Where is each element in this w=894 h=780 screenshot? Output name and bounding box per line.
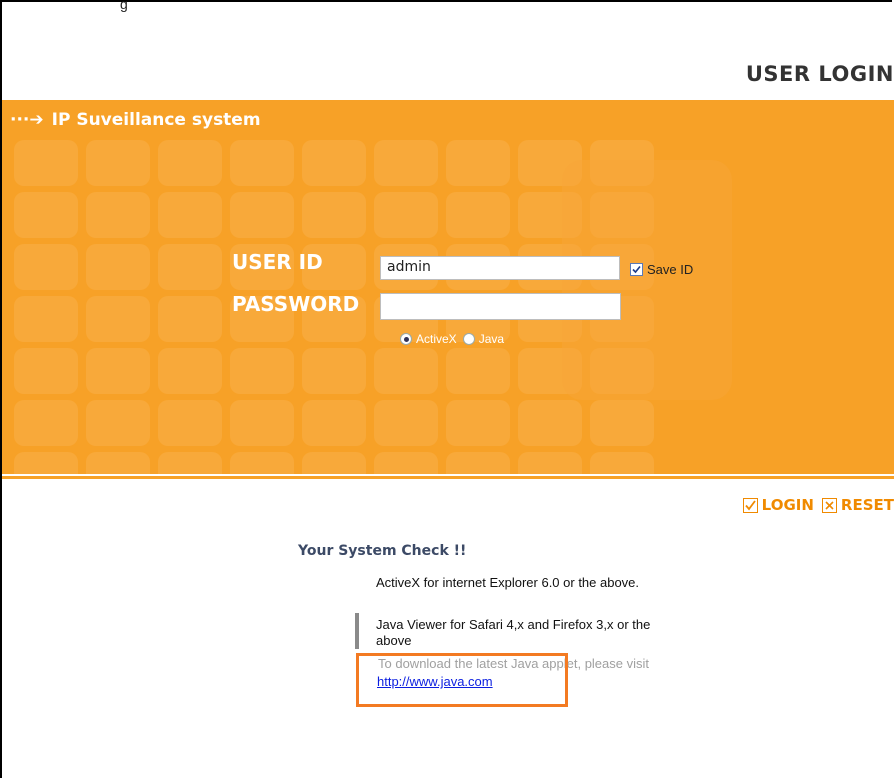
page-title: USER LOGIN xyxy=(745,62,894,86)
radio-activex-label: ActiveX xyxy=(416,332,457,346)
action-bar: LOGIN RESET xyxy=(735,496,894,514)
java-requirement-line2: above xyxy=(376,633,412,648)
arrow-icon: ···➔ xyxy=(10,110,44,130)
banner-tile-pattern xyxy=(14,140,732,474)
x-box-icon xyxy=(821,497,837,513)
reset-button[interactable]: RESET xyxy=(821,496,894,514)
info-bar xyxy=(355,613,359,649)
radio-java[interactable] xyxy=(462,333,475,345)
divider-line xyxy=(2,476,894,479)
top-partial-text: g xyxy=(120,0,128,12)
login-banner: ···➔ IP Suveillance system USER ID admin … xyxy=(2,100,894,474)
banner-title: IP Suveillance system xyxy=(51,110,261,130)
save-id-checkbox[interactable]: Save ID xyxy=(630,262,693,277)
user-id-label: USER ID xyxy=(232,250,323,274)
system-check-title: Your System Check !! xyxy=(298,543,467,559)
checkbox-icon[interactable] xyxy=(630,263,643,276)
radio-activex[interactable] xyxy=(400,333,412,345)
activex-requirement: ActiveX for internet Explorer 6.0 or the… xyxy=(376,575,640,590)
password-input[interactable] xyxy=(380,293,621,320)
password-label: PASSWORD xyxy=(232,292,360,316)
highlight-box xyxy=(356,653,568,707)
login-label: LOGIN xyxy=(761,496,814,514)
banner-header: ···➔ IP Suveillance system xyxy=(10,110,261,130)
check-box-icon xyxy=(742,497,758,513)
reset-label: RESET xyxy=(840,496,894,514)
login-button[interactable]: LOGIN xyxy=(742,496,814,514)
radio-java-label: Java xyxy=(478,332,505,346)
java-requirement-line1: Java Viewer for Safari 4,x and Firefox 3… xyxy=(376,617,651,632)
viewer-radio-group: ActiveX Java xyxy=(400,332,504,346)
user-id-input[interactable]: admin xyxy=(380,256,620,280)
save-id-label: Save ID xyxy=(647,262,694,277)
